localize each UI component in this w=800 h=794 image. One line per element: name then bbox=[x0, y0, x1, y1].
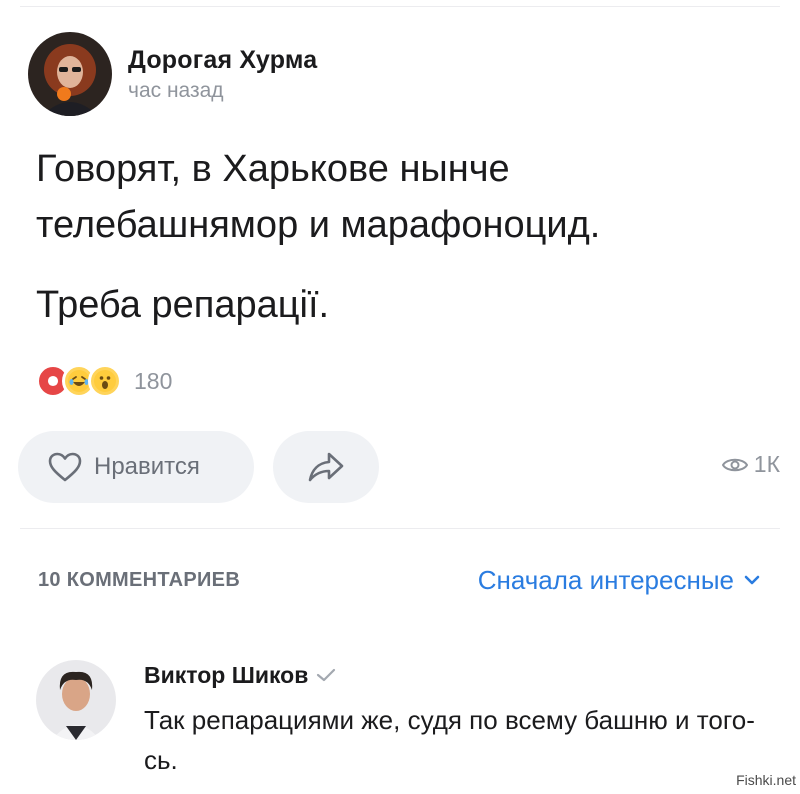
comment-author-avatar[interactable] bbox=[36, 660, 116, 740]
post-author-name[interactable]: Дорогая Хурма bbox=[128, 46, 317, 75]
views-count: 1К bbox=[753, 451, 780, 477]
post-timestamp[interactable]: час назад bbox=[128, 79, 317, 103]
sort-label: Сначала интересные bbox=[477, 564, 734, 595]
watermark: Fishki.net bbox=[736, 772, 796, 788]
post-author-avatar[interactable] bbox=[28, 32, 112, 116]
chevron-down-icon bbox=[744, 575, 760, 585]
post-paragraph: Говорят, в Харькове нынче телебашнямор и… bbox=[36, 148, 601, 246]
like-button[interactable]: Нравится bbox=[18, 431, 254, 503]
reaction-count: 180 bbox=[134, 367, 173, 394]
comments-count: 10 КОММЕНТАРИЕВ bbox=[38, 568, 241, 591]
like-label: Нравится bbox=[94, 453, 200, 480]
comment-author-row: Виктор Шиков bbox=[144, 660, 764, 690]
comment-text: Так репарациями же, судя по всему башню … bbox=[144, 705, 755, 775]
share-button[interactable] bbox=[273, 431, 379, 503]
post-text: Говорят, в Харькове нынче телебашнямор и… bbox=[36, 141, 776, 333]
comment-body: Виктор Шиков Так репарациями же, судя по… bbox=[144, 660, 764, 780]
reaction-icons bbox=[36, 364, 122, 398]
top-divider bbox=[20, 6, 780, 7]
comments-sort-dropdown[interactable]: Сначала интересные bbox=[478, 565, 760, 596]
reactions-summary[interactable]: 180 bbox=[36, 364, 172, 398]
section-divider bbox=[20, 528, 780, 529]
post-header: Дорогая Хурма час назад bbox=[28, 32, 317, 116]
surprised-reaction-icon bbox=[88, 364, 122, 398]
heart-outline-icon bbox=[48, 452, 82, 482]
share-arrow-icon bbox=[308, 452, 344, 482]
post-author-block: Дорогая Хурма час назад bbox=[128, 46, 317, 103]
post-actions: Нравится 1К bbox=[18, 431, 780, 503]
verified-check-icon bbox=[317, 668, 336, 682]
comment-author-name[interactable]: Виктор Шиков bbox=[144, 662, 308, 689]
views-counter: 1К bbox=[721, 451, 780, 478]
comments-header: 10 КОММЕНТАРИЕВ Сначала интересные bbox=[38, 562, 760, 598]
post-paragraph: Треба репарації. bbox=[36, 284, 330, 326]
eye-icon bbox=[721, 458, 748, 471]
